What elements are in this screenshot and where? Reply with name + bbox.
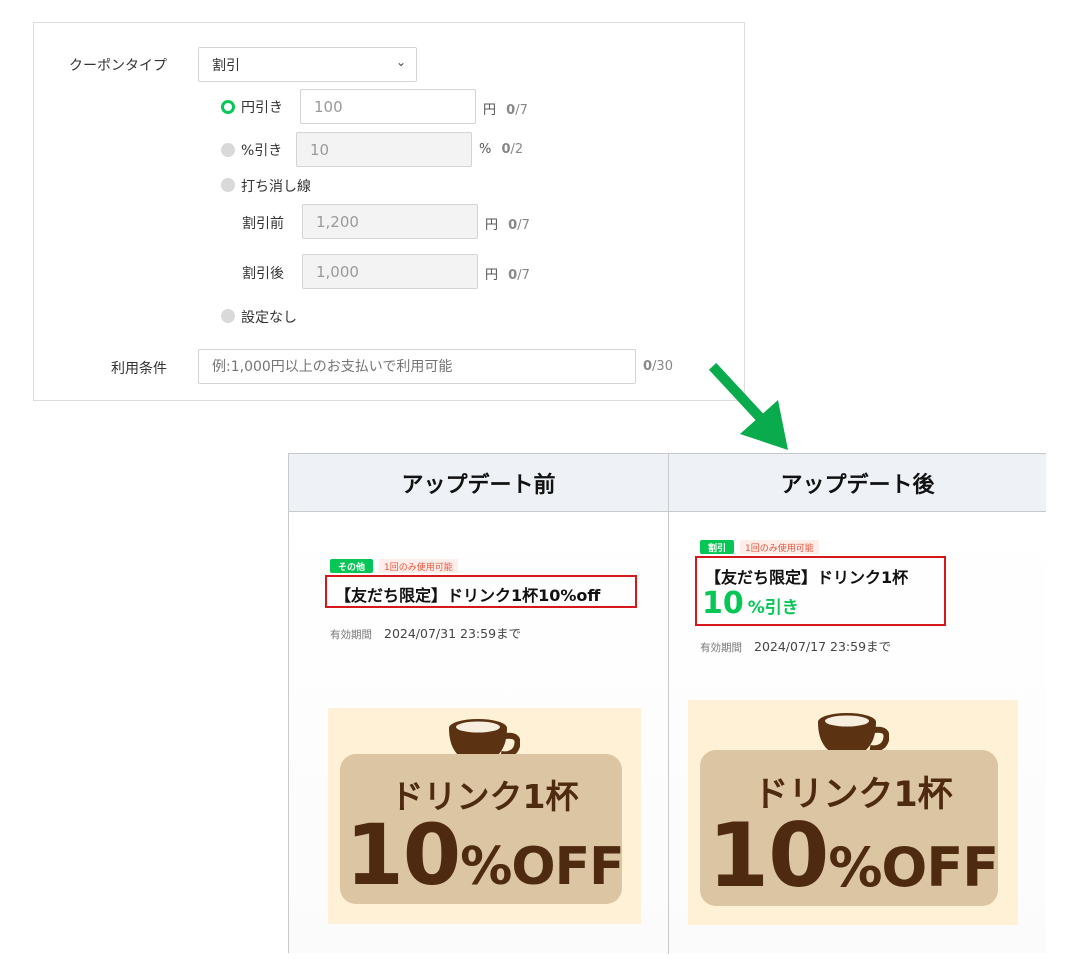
coupon-type-label: クーポンタイプ (69, 58, 167, 74)
image-discount: 10%OFF (688, 804, 1018, 907)
price-after-unit-text: 円 (485, 268, 499, 283)
image-discount-number: 10 (345, 806, 461, 904)
yen-discount-value: 100 (314, 97, 343, 116)
price-after-value: 1,000 (316, 262, 359, 281)
price-after-input[interactable]: 1,000 (302, 254, 478, 289)
yen-discount-label: 円引き (241, 100, 283, 116)
strikethrough-label: 打ち消し線 (241, 179, 311, 195)
price-before-unit: 円 0/7 (485, 214, 530, 233)
usage-badge: 1回のみ使用可能 (740, 540, 819, 554)
no-setting-label: 設定なし (241, 310, 297, 326)
image-discount-suffix: %OFF (828, 836, 999, 899)
price-after-unit: 円 0/7 (485, 264, 530, 283)
update-comparison-table: アップデート前 アップデート後 その他 1回のみ使用可能 【友だち限定】ドリンク… (288, 453, 1046, 954)
price-after-label: 割引後 (242, 266, 284, 282)
percent-counter-count: 0 (501, 142, 511, 157)
condition-counter: 0/30 (643, 359, 673, 374)
image-discount: 10%OFF (328, 806, 641, 904)
percent-discount-radio[interactable] (221, 143, 235, 157)
yen-unit-text: 円 (483, 103, 497, 118)
coupon-title: 【友だち限定】ドリンク1杯10%off (335, 586, 601, 605)
condition-input[interactable] (198, 349, 636, 384)
category-badge: その他 (330, 559, 373, 573)
yen-counter-count: 0 (506, 103, 516, 118)
coupon-image: ドリンク1杯 10%OFF (328, 708, 641, 924)
image-discount-number: 10 (707, 804, 829, 907)
strikethrough-radio[interactable] (221, 178, 235, 192)
no-setting-radio[interactable] (221, 309, 235, 323)
price-before-label: 割引前 (242, 216, 284, 232)
image-discount-suffix: %OFF (460, 837, 624, 897)
condition-counter-count: 0 (643, 359, 653, 374)
price-before-value: 1,200 (316, 212, 359, 231)
chevron-down-icon: ⌄ (395, 55, 406, 69)
percent-unit-text: % (479, 142, 492, 157)
price-before-counter-count: 0 (508, 218, 518, 233)
price-before-unit-text: 円 (485, 218, 499, 233)
validity-label: 有効期間 (330, 629, 372, 641)
validity-label: 有効期間 (700, 642, 742, 654)
coupon-type-value: 割引 (212, 57, 240, 74)
validity: 有効期間 2024/07/17 23:59まで (700, 636, 891, 655)
coupon-image: ドリンク1杯 10%OFF (688, 700, 1018, 925)
price-after-counter-max: /7 (517, 268, 530, 283)
condition-counter-max: /30 (652, 359, 673, 374)
usage-badge: 1回のみ使用可能 (379, 559, 458, 573)
arrow-down-right-icon (708, 362, 788, 450)
discount-display: 10 %引き (702, 586, 799, 621)
yen-discount-input[interactable]: 100 (300, 89, 476, 124)
before-coupon-card: その他 1回のみ使用可能 【友だち限定】ドリンク1杯10%off 有効期間 202… (289, 512, 668, 953)
yen-discount-radio[interactable] (221, 100, 235, 114)
yen-counter-max: /7 (515, 103, 528, 118)
after-header: アップデート後 (669, 454, 1046, 512)
percent-discount-input[interactable]: 10 (296, 132, 472, 167)
price-after-counter-count: 0 (508, 268, 518, 283)
validity-value: 2024/07/17 23:59まで (754, 639, 892, 654)
after-coupon-card: 割引 1回のみ使用可能 【友だち限定】ドリンク1杯 10 %引き 有効期間 2024… (669, 512, 1046, 953)
validity: 有効期間 2024/07/31 23:59まで (330, 623, 521, 642)
coupon-form-panel: クーポンタイプ 割引 ⌄ 円引き 100 円 0/7 %引き 10 % 0/2 … (33, 22, 745, 401)
before-header: アップデート前 (289, 454, 668, 512)
discount-suffix: %引き (747, 598, 799, 618)
price-before-input[interactable]: 1,200 (302, 204, 478, 239)
price-before-counter-max: /7 (517, 218, 530, 233)
percent-discount-label: %引き (241, 143, 283, 159)
coupon-title: 【友だち限定】ドリンク1杯 (705, 568, 909, 587)
validity-value: 2024/07/31 23:59まで (384, 626, 522, 641)
condition-label: 利用条件 (111, 361, 167, 377)
yen-unit: 円 0/7 (483, 99, 528, 118)
percent-unit: % 0/2 (479, 142, 523, 157)
coupon-type-select[interactable]: 割引 ⌄ (198, 47, 417, 82)
percent-counter-max: /2 (510, 142, 524, 157)
discount-number: 10 (702, 586, 744, 621)
percent-discount-value: 10 (310, 140, 330, 159)
category-badge: 割引 (700, 540, 734, 554)
